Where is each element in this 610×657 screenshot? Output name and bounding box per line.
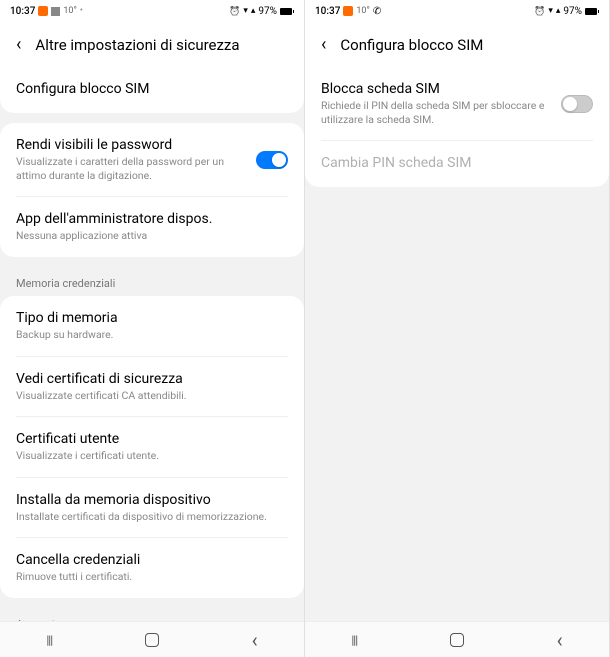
screen-security-settings: 10:37 10° • ▾ ▴ 97% ‹ Altre impostazioni… [0, 0, 305, 657]
section-header-avanzate: Avanzate [0, 608, 304, 621]
app-header: ‹ Configura blocco SIM [305, 22, 609, 67]
row-title: Blocca scheda SIM [321, 81, 551, 97]
row-blocca-sim[interactable]: Blocca scheda SIM Richiede il PIN della … [305, 67, 609, 140]
whatsapp-icon: ✆ [373, 6, 381, 17]
signal-icon: ▴ [556, 6, 561, 16]
row-configura-sim[interactable]: Configura blocco SIM [0, 67, 304, 113]
nav-bar [305, 621, 609, 657]
nav-home-button[interactable] [145, 633, 159, 647]
temperature: 10° [356, 6, 369, 16]
temperature: 10° [63, 6, 76, 16]
battery-percent: 97% [563, 6, 582, 17]
screen-sim-lock: 10:37 10° ✆ ▾ ▴ 97% ‹ Configura blocco S… [305, 0, 610, 657]
row-subtitle: Rimuove tutti i certificati. [16, 570, 288, 584]
status-bar: 10:37 10° • ▾ ▴ 97% [0, 0, 304, 22]
row-admin-apps[interactable]: App dell'amministratore dispos. Nessuna … [0, 197, 304, 257]
row-subtitle: Installate certificati da dispositivo di… [16, 510, 288, 524]
battery-icon [585, 8, 599, 15]
row-vedi-certificati[interactable]: Vedi certificati di sicurezza Visualizza… [0, 357, 304, 417]
row-title: Cambia PIN scheda SIM [321, 155, 593, 171]
row-installa-memoria[interactable]: Installa da memoria dispositivo Installa… [0, 478, 304, 538]
toggle-sim-lock[interactable] [561, 95, 593, 113]
section-header-memoria: Memoria credenziali [0, 267, 304, 296]
wifi-icon: ▾ [548, 6, 553, 16]
row-cancella-credenziali[interactable]: Cancella credenziali Rimuove tutti i cer… [0, 538, 304, 598]
back-icon[interactable]: ‹ [321, 34, 326, 55]
row-subtitle: Visualizzate i certificati utente. [16, 449, 288, 463]
row-title: App dell'amministratore dispos. [16, 211, 288, 227]
nav-back-button[interactable] [252, 628, 258, 652]
battery-icon [280, 8, 294, 15]
row-subtitle: Visualizzate i caratteri della password … [16, 155, 246, 182]
row-tipo-memoria[interactable]: Tipo di memoria Backup su hardware. [0, 296, 304, 356]
row-password-visible[interactable]: Rendi visibili le password Visualizzate … [0, 123, 304, 196]
status-bar: 10:37 10° ✆ ▾ ▴ 97% [305, 0, 609, 22]
status-time: 10:37 [10, 6, 35, 17]
notification-icon [343, 6, 353, 16]
row-title: Certificati utente [16, 431, 288, 447]
settings-list: Blocca scheda SIM Richiede il PIN della … [305, 67, 609, 621]
nav-home-button[interactable] [450, 633, 464, 647]
signal-icon: ▴ [251, 6, 256, 16]
battery-percent: 97% [258, 6, 277, 17]
more-icon: • [80, 6, 83, 16]
settings-list: Configura blocco SIM Rendi visibili le p… [0, 67, 304, 621]
notification-icon-2 [51, 7, 60, 16]
alarm-icon [534, 6, 545, 17]
row-subtitle: Richiede il PIN della scheda SIM per sbl… [321, 99, 551, 126]
row-title: Configura blocco SIM [16, 81, 288, 97]
row-title: Tipo di memoria [16, 310, 288, 326]
nav-back-button[interactable] [557, 628, 563, 652]
page-title: Altre impostazioni di sicurezza [35, 36, 239, 54]
app-header: ‹ Altre impostazioni di sicurezza [0, 22, 304, 67]
nav-recent-button[interactable] [351, 632, 357, 648]
row-title: Rendi visibili le password [16, 137, 246, 153]
row-subtitle: Backup su hardware. [16, 328, 288, 342]
page-title: Configura blocco SIM [340, 36, 483, 54]
wifi-icon: ▾ [243, 6, 248, 16]
row-title: Installa da memoria dispositivo [16, 492, 288, 508]
row-title: Cancella credenziali [16, 552, 288, 568]
toggle-password[interactable] [256, 151, 288, 169]
alarm-icon [229, 6, 240, 17]
row-subtitle: Nessuna applicazione attiva [16, 229, 288, 243]
nav-recent-button[interactable] [46, 632, 52, 648]
status-time: 10:37 [315, 6, 340, 17]
back-icon[interactable]: ‹ [16, 34, 21, 55]
row-certificati-utente[interactable]: Certificati utente Visualizzate i certif… [0, 417, 304, 477]
row-title: Vedi certificati di sicurezza [16, 371, 288, 387]
nav-bar [0, 621, 304, 657]
notification-icon [38, 6, 48, 16]
row-cambia-pin: Cambia PIN scheda SIM [305, 141, 609, 187]
row-subtitle: Visualizzate certificati CA attendibili. [16, 389, 288, 403]
